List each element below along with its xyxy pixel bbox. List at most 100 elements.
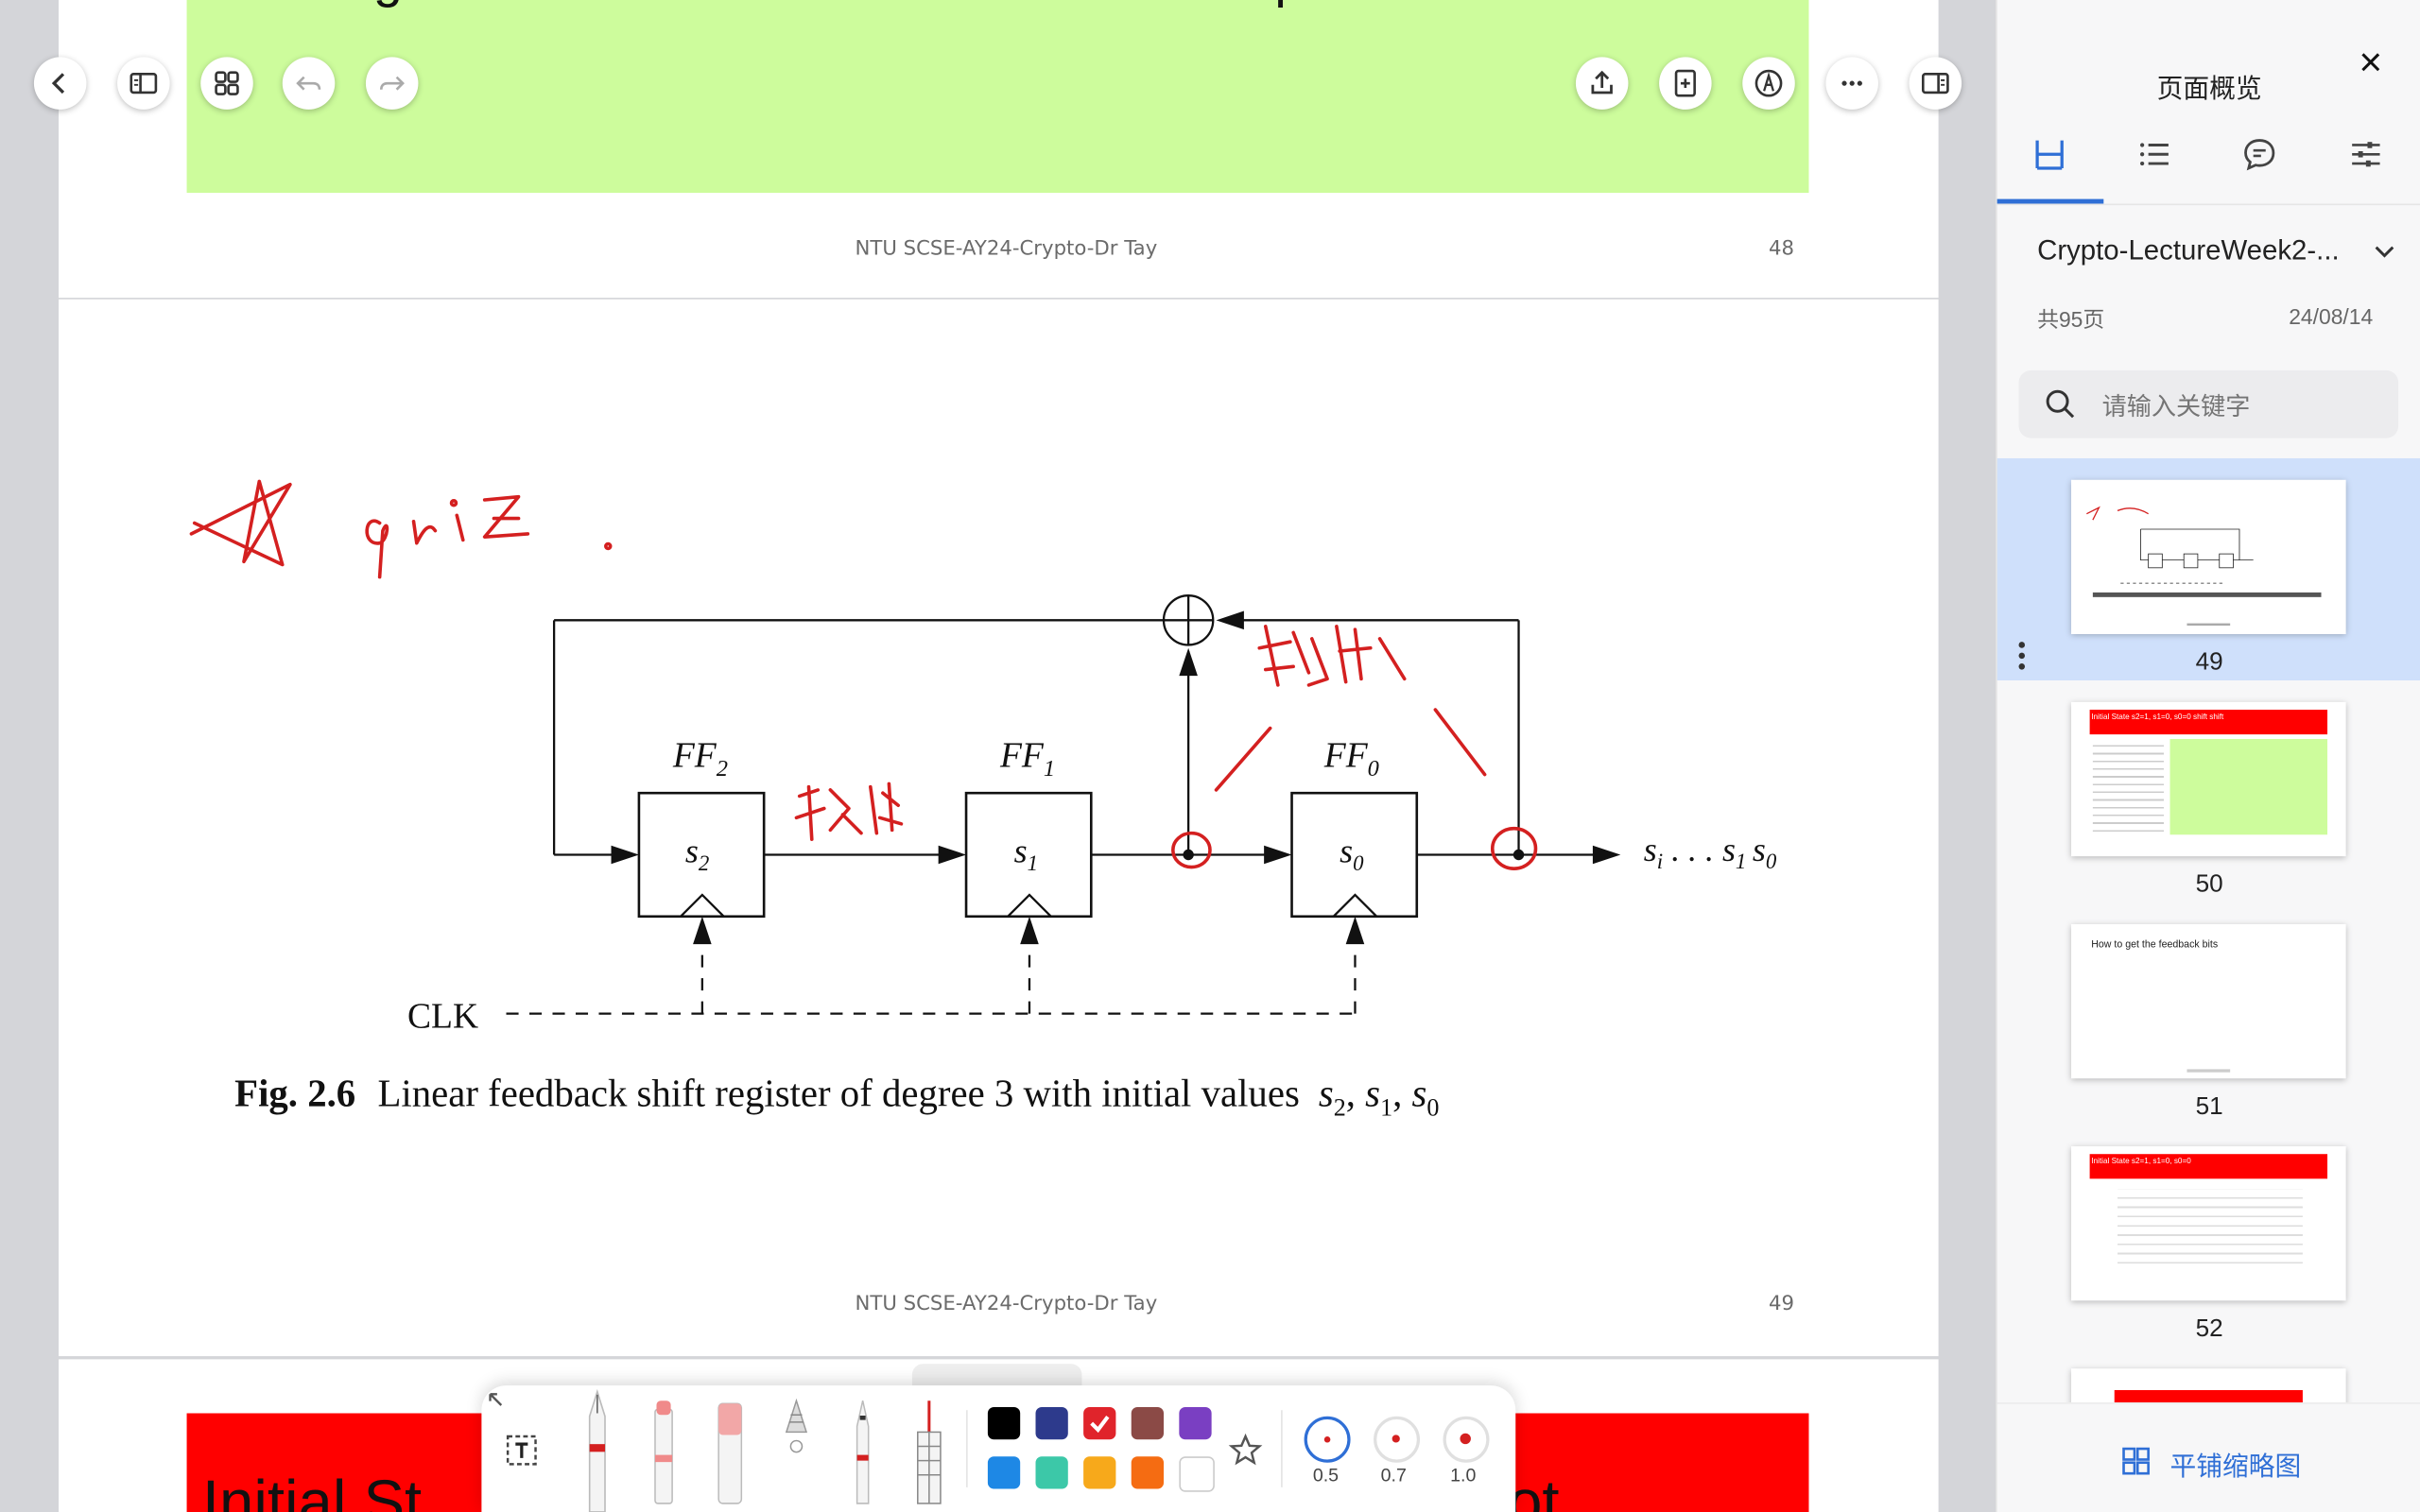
clk-label: CLK — [407, 997, 478, 1036]
size-1-0-button[interactable] — [1443, 1416, 1490, 1463]
size-0-7-button[interactable] — [1374, 1416, 1421, 1463]
back-icon — [51, 73, 65, 94]
pencil-tool[interactable] — [773, 1398, 820, 1512]
search-box[interactable] — [2018, 369, 2399, 438]
color-swatch[interactable] — [1083, 1456, 1116, 1489]
document-date: 24/08/14 — [2289, 303, 2374, 329]
slide48-text: The rightmost state bit is also the curr… — [239, 0, 1432, 10]
palette-divider-2 — [1281, 1410, 1283, 1487]
thumbnail-49-card — [2071, 479, 2346, 635]
search-icon — [2046, 389, 2075, 419]
annotation-palette: 0.5 0.7 1.0 — [481, 1385, 1516, 1512]
close-icon: × — [2359, 38, 2383, 85]
more-icon — [1841, 80, 1862, 86]
thumbnail-page-53[interactable] — [1997, 1347, 2420, 1403]
text-tool[interactable] — [503, 1432, 540, 1469]
ff0-label: FF0 — [1323, 736, 1379, 782]
reader-mode-button[interactable] — [1909, 57, 1962, 110]
undo-button[interactable] — [282, 57, 336, 110]
more-button[interactable] — [1825, 57, 1878, 110]
figure-caption: Fig. 2.6 Linear feedback shift register … — [234, 1073, 1439, 1122]
thumbnail-50-card: Initial State s2=1, s1=0, s0=0 shift shi… — [2071, 701, 2346, 857]
comments-tab[interactable] — [2241, 136, 2278, 173]
favorite-star-icon[interactable] — [1227, 1432, 1264, 1469]
star-mark — [189, 479, 292, 567]
thumbnail-page-52[interactable]: Initial State s2=1, s1=0, s0=0 52 — [1997, 1125, 2420, 1347]
size-0-7-label: 0.7 — [1380, 1464, 1407, 1486]
add-page-icon — [1674, 69, 1696, 97]
color-swatch[interactable] — [1179, 1456, 1215, 1492]
grid-view-button[interactable] — [200, 57, 253, 110]
color-swatch[interactable] — [1035, 1406, 1068, 1440]
thumbnail-page-49[interactable]: 49 — [1996, 457, 2420, 680]
document-viewer[interactable]: The rightmost state bit is also the curr… — [0, 0, 1995, 1512]
tile-grid-icon — [2122, 1447, 2150, 1475]
thumbnail-page-50[interactable]: Initial State s2=1, s1=0, s0=0 shift shi… — [1997, 680, 2420, 902]
tile-thumbnails-button[interactable]: 平铺缩略图 — [1996, 1402, 2420, 1512]
back-button[interactable] — [33, 57, 87, 110]
eraser-tool[interactable] — [707, 1398, 753, 1512]
thumbnail-52-card: Initial State s2=1, s1=0, s0=0 — [2071, 1146, 2346, 1301]
output-sequence-label: si . . . s1 s0 — [1644, 831, 1777, 873]
close-button[interactable]: × — [2349, 40, 2393, 83]
thumbnail-51-card: How to get the feedback bits — [2071, 923, 2346, 1079]
share-icon — [1591, 70, 1613, 94]
thumbnail-list: 49 Initial State s2=1, s1=0, s0=0 shift … — [1996, 457, 2420, 1403]
ff2-label: FF2 — [672, 736, 728, 782]
thumbnail-page-51[interactable]: How to get the feedback bits 51 — [1997, 902, 2420, 1125]
page49-footer: NTU SCSE-AY24-Crypto-Dr Tay — [855, 1293, 1158, 1316]
undo-icon — [296, 76, 321, 91]
fountain-pen-tool[interactable] — [574, 1388, 620, 1512]
collapse-icon[interactable] — [485, 1388, 512, 1416]
annotation-text-hidden: quiz — [59, 300, 61, 301]
color-swatch[interactable] — [987, 1456, 1021, 1489]
chevron-down-icon — [2375, 246, 2394, 258]
page-48: The rightmost state bit is also the curr… — [59, 0, 1939, 299]
redo-button[interactable] — [365, 57, 419, 110]
tile-thumbnails-label: 平铺缩略图 — [2169, 1452, 2302, 1482]
pen-mode-button[interactable] — [1742, 57, 1795, 110]
panel-divider — [1996, 203, 2420, 206]
add-page-button[interactable] — [1659, 57, 1712, 110]
xor-gate — [1162, 594, 1215, 646]
page-count: 共95页 — [2037, 306, 2105, 333]
page-49: FF2 FF1 FF0 s2 s1 s0 si . . . s1 s0 CLK F… — [59, 299, 1939, 1357]
document-name-dropdown[interactable]: Crypto-LectureWeek2-... — [2037, 234, 2408, 271]
color-swatch[interactable] — [1131, 1456, 1165, 1489]
thumbnail-more-icon[interactable] — [2017, 641, 2027, 672]
ruler-pen-tool[interactable] — [906, 1398, 952, 1512]
thumbnails-tab[interactable] — [2031, 136, 2068, 173]
grid-view-icon — [215, 71, 239, 95]
color-swatch[interactable] — [987, 1406, 1021, 1440]
svg-text:quiz: quiz — [59, 300, 61, 301]
slide50-title-right: ot — [1508, 1469, 1560, 1512]
size-0-5-button[interactable] — [1304, 1416, 1351, 1463]
thumbnail-52-number: 52 — [2195, 1315, 2223, 1343]
page49-number: 49 — [1769, 1293, 1795, 1316]
sidebar-toggle-button[interactable] — [117, 57, 170, 110]
document-name: Crypto-LectureWeek2-... — [2037, 234, 2340, 266]
thumbnail-49-number: 49 — [2195, 649, 2223, 677]
fine-pen-tool[interactable] — [839, 1398, 886, 1512]
color-swatch[interactable] — [1083, 1406, 1116, 1440]
search-input[interactable] — [2099, 382, 2383, 429]
share-button[interactable] — [1575, 57, 1629, 110]
color-swatch[interactable] — [1131, 1406, 1165, 1440]
slide50-title-left: Initial St — [201, 1469, 423, 1512]
outline-tab[interactable] — [2136, 136, 2173, 173]
settings-tab[interactable] — [2347, 136, 2384, 173]
redo-icon — [379, 76, 405, 91]
marker-tool[interactable] — [641, 1398, 687, 1512]
check-icon — [1090, 1416, 1110, 1434]
color-swatch[interactable] — [1179, 1406, 1212, 1440]
page48-footer: NTU SCSE-AY24-Crypto-Dr Tay — [855, 237, 1158, 261]
thumbnail-53-card — [2071, 1368, 2346, 1403]
page48-number: 48 — [1769, 237, 1795, 261]
palette-divider — [966, 1410, 968, 1487]
size-0-5-label: 0.5 — [1312, 1464, 1340, 1486]
color-swatch[interactable] — [1035, 1456, 1068, 1489]
reader-mode-icon — [1921, 73, 1949, 94]
palette-drag-handle[interactable] — [911, 1364, 1082, 1386]
lfsr-figure: FF2 FF1 FF0 s2 s1 s0 si . . . s1 s0 CLK F… — [59, 300, 1777, 1122]
sidebar-toggle-icon — [130, 73, 158, 94]
